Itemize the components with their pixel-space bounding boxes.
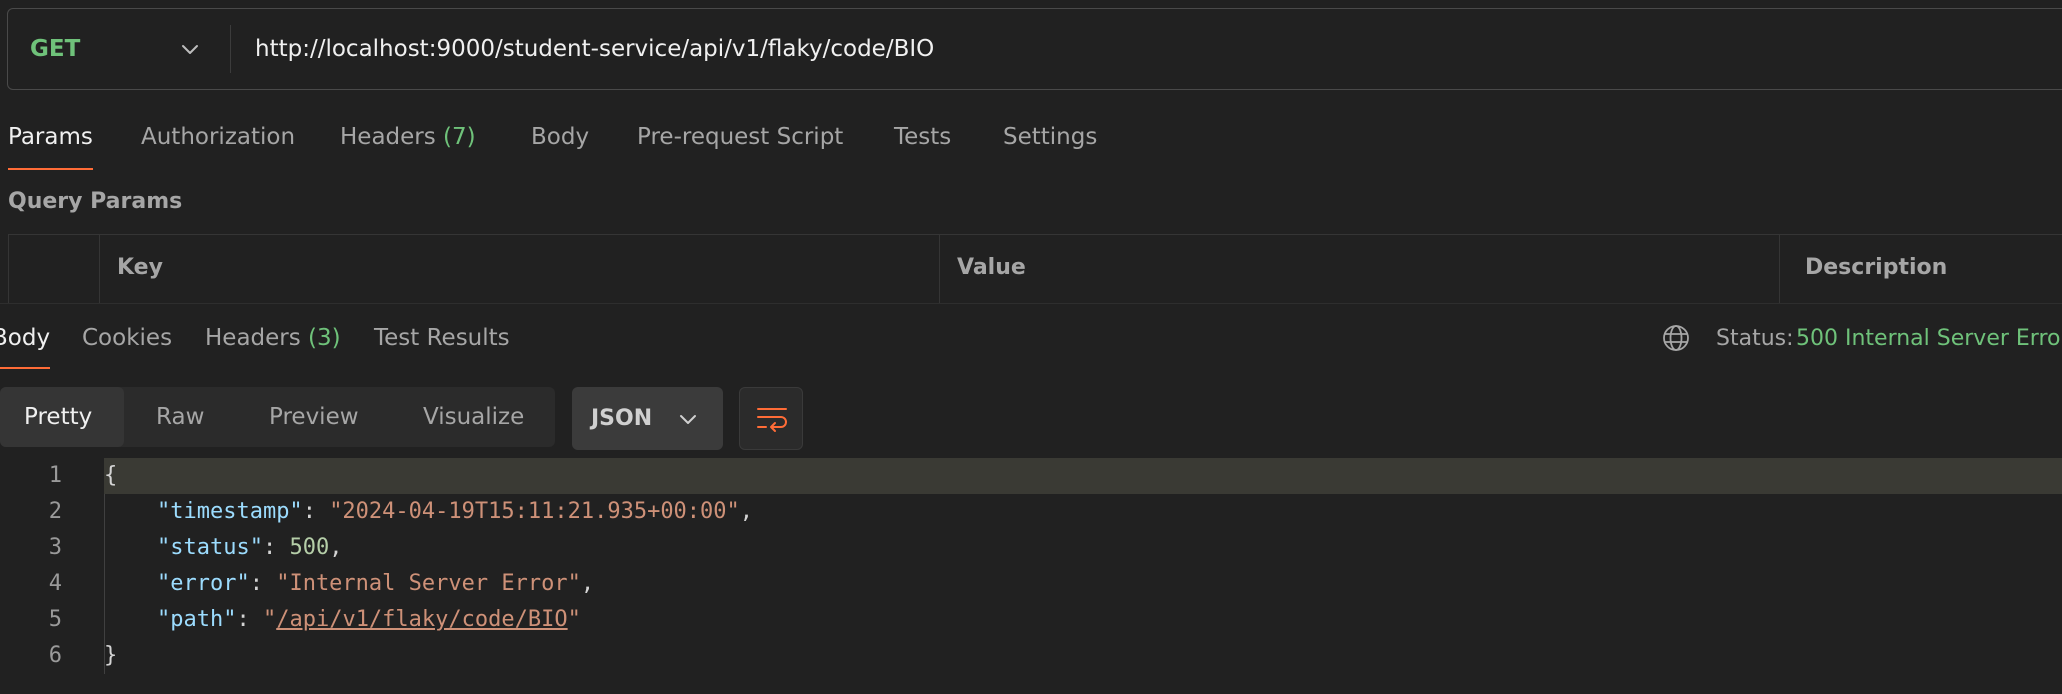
button-label: Visualize — [423, 404, 525, 430]
json-value: "2024-04-19T15:11:21.935+00:00" — [329, 499, 740, 524]
tab-label: Body — [531, 124, 590, 150]
tab-headers[interactable]: Headers (7) — [340, 124, 476, 150]
column-label: Key — [117, 255, 163, 280]
line-number: 5 — [48, 607, 62, 632]
line-number: 1 — [48, 463, 62, 488]
wrap-lines-icon — [757, 408, 787, 432]
json-key: "timestamp" — [156, 499, 303, 524]
raw-button[interactable]: Raw — [124, 387, 237, 447]
tab-params[interactable]: Params — [8, 124, 93, 150]
table-header-key: Key — [100, 235, 940, 303]
view-mode-group: Pretty Raw Preview Visualize — [0, 387, 555, 447]
url-input[interactable]: http://localhost:9000/student-service/ap… — [255, 9, 934, 89]
json-punct: , — [580, 571, 595, 596]
quote: " — [567, 607, 581, 632]
status-badge[interactable]: 500 Internal Server Error — [1796, 326, 2062, 351]
json-value: "Internal Server Error" — [276, 571, 581, 596]
url-bar: GET http://localhost:9000/student-servic… — [7, 8, 2062, 90]
response-editor[interactable]: 1 { 2 "timestamp": "2024-04-19T15:11:21.… — [0, 458, 2062, 694]
tab-label: Pre-request Script — [637, 124, 844, 150]
format-label: JSON — [591, 406, 653, 431]
json-key: "status" — [156, 535, 263, 560]
tab-label: Settings — [1003, 124, 1098, 150]
code-line: 5 "path": "/api/v1/flaky/code/BIO" — [0, 602, 2062, 638]
button-label: Preview — [269, 404, 359, 430]
tab-test-results[interactable]: Test Results — [374, 325, 510, 351]
wrap-lines-button[interactable] — [739, 387, 803, 450]
tab-body[interactable]: Body — [531, 124, 589, 150]
json-value: 500 — [289, 535, 330, 560]
quote: " — [262, 607, 277, 632]
tab-count: (7) — [443, 124, 476, 150]
pane-divider[interactable] — [0, 303, 2062, 304]
active-tab-indicator — [8, 168, 93, 170]
tab-pre-request-script[interactable]: Pre-request Script — [637, 124, 843, 150]
code-line: 1 { — [0, 458, 2062, 494]
column-label: Description — [1805, 255, 1948, 280]
table-header-value: Value — [940, 235, 1780, 303]
preview-button[interactable]: Preview — [237, 387, 391, 447]
table-header-description: Description — [1780, 235, 2062, 303]
code-line: 3 "status": 500, — [0, 530, 2062, 566]
json-separator: : — [249, 571, 277, 596]
path-link[interactable]: /api/v1/flaky/code/BIO — [276, 607, 567, 632]
divider — [230, 25, 231, 73]
tab-authorization[interactable]: Authorization — [141, 124, 295, 150]
json-separator: : — [262, 535, 290, 560]
tab-count: (3) — [308, 325, 341, 351]
table-checkbox-column — [9, 235, 100, 303]
json-key: "path" — [156, 607, 237, 632]
tab-settings[interactable]: Settings — [1003, 124, 1097, 150]
column-label: Value — [957, 255, 1026, 280]
method-label: GET — [30, 36, 81, 62]
tab-cookies[interactable]: Cookies — [82, 325, 172, 351]
chevron-down-icon[interactable] — [178, 37, 202, 61]
active-response-tab-indicator — [0, 367, 50, 369]
json-key: "error" — [156, 571, 250, 596]
code-text: "timestamp": "2024-04-19T15:11:21.935+00… — [104, 494, 753, 530]
tab-label: Params — [8, 124, 93, 150]
tab-response-headers[interactable]: Headers (3) — [205, 325, 341, 351]
tab-label: Body — [0, 325, 51, 351]
tab-tests[interactable]: Tests — [894, 124, 951, 150]
code-line: 6 } — [0, 638, 2062, 674]
button-label: Raw — [156, 404, 205, 430]
line-number: 4 — [48, 571, 62, 596]
pretty-button[interactable]: Pretty — [0, 387, 124, 447]
tab-label: Cookies — [82, 325, 173, 351]
tab-label: Authorization — [141, 124, 296, 150]
json-separator: : — [302, 499, 330, 524]
chevron-down-icon — [680, 415, 696, 424]
line-number: 3 — [48, 535, 62, 560]
query-params-table: Key Value Description — [8, 234, 2062, 304]
code-text: "status": 500, — [104, 530, 342, 566]
json-punct: , — [329, 535, 343, 560]
code-line: 2 "timestamp": "2024-04-19T15:11:21.935+… — [0, 494, 2062, 530]
status-label: Status: — [1716, 326, 1794, 351]
json-punct: , — [739, 499, 754, 524]
code-text: "path": "/api/v1/flaky/code/BIO" — [104, 602, 581, 638]
visualize-button[interactable]: Visualize — [391, 387, 555, 447]
code-text: "error": "Internal Server Error", — [104, 566, 594, 602]
line-number: 2 — [48, 499, 62, 524]
globe-icon[interactable] — [1661, 323, 1691, 353]
query-params-title: Query Params — [8, 189, 183, 214]
method-select[interactable]: GET — [30, 9, 80, 89]
tab-label: Tests — [894, 124, 952, 150]
tab-label: Test Results — [374, 325, 510, 351]
button-label: Pretty — [24, 404, 93, 430]
tab-label: Headers — [205, 325, 301, 351]
format-select[interactable]: JSON — [572, 387, 723, 450]
line-number: 6 — [48, 643, 62, 668]
tab-response-body[interactable]: Body — [0, 325, 50, 351]
tab-label: Headers — [340, 124, 436, 150]
code-line: 4 "error": "Internal Server Error", — [0, 566, 2062, 602]
json-separator: : — [236, 607, 263, 632]
code-text: } — [104, 643, 118, 668]
code-text: { — [104, 463, 118, 488]
